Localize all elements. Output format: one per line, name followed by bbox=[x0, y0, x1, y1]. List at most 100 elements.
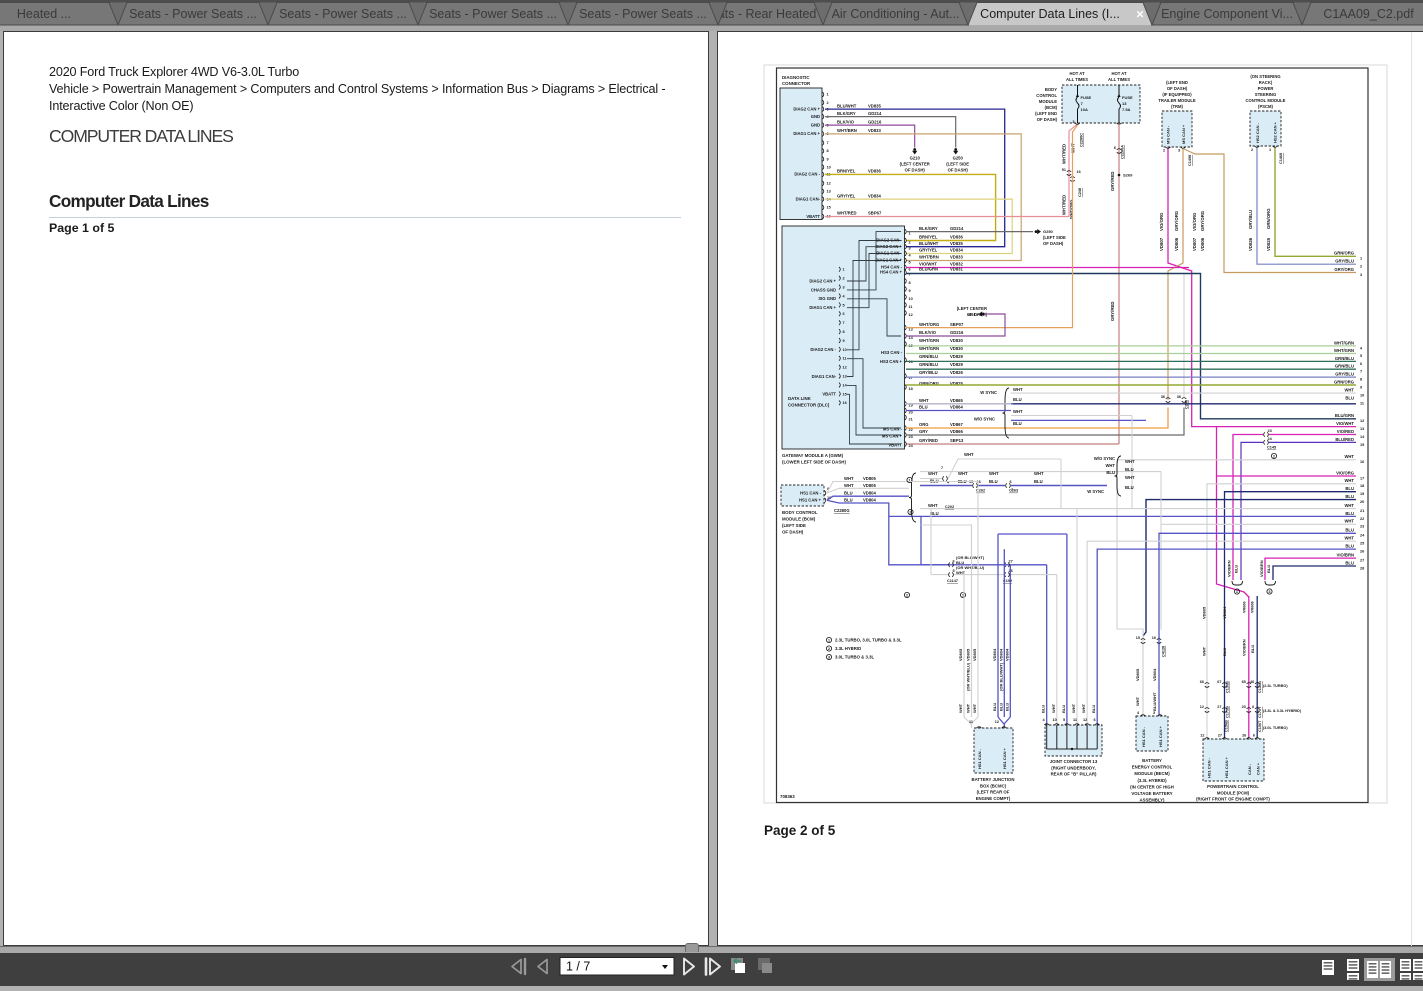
svg-text:67: 67 bbox=[1217, 680, 1221, 684]
svg-text:15: 15 bbox=[827, 206, 831, 210]
svg-text:51: 51 bbox=[1062, 168, 1066, 172]
svg-text:66: 66 bbox=[1200, 680, 1204, 684]
svg-text:VD805: VD805 bbox=[972, 648, 977, 661]
svg-text:BLU: BLU bbox=[1041, 705, 1046, 713]
svg-text:GRY/YEL: GRY/YEL bbox=[837, 193, 856, 198]
svg-text:VD804: VD804 bbox=[863, 490, 876, 495]
svg-text:6: 6 bbox=[1252, 705, 1254, 709]
svg-text:15: 15 bbox=[843, 392, 847, 396]
svg-text:708363: 708363 bbox=[780, 794, 795, 799]
svg-text:2: 2 bbox=[827, 101, 829, 105]
svg-text:GD216: GD216 bbox=[950, 330, 964, 335]
svg-text:CONTROL MODULE: CONTROL MODULE bbox=[1246, 98, 1286, 103]
svg-text:SIG GND: SIG GND bbox=[818, 296, 836, 301]
svg-text:WHT: WHT bbox=[844, 483, 854, 488]
svg-text:DIAGNOSTIC: DIAGNOSTIC bbox=[782, 75, 810, 80]
svg-text:C145: C145 bbox=[1267, 446, 1276, 450]
svg-text:ASSEMBLY): ASSEMBLY) bbox=[1140, 798, 1165, 803]
svg-text:(LEFT END: (LEFT END bbox=[1035, 111, 1057, 116]
svg-text:POWERTRAIN CONTROL: POWERTRAIN CONTROL bbox=[1207, 784, 1259, 789]
svg-text:3.3L HYBRID: 3.3L HYBRID bbox=[835, 646, 861, 651]
svg-text:6: 6 bbox=[1253, 734, 1255, 738]
svg-text:C1468: C1468 bbox=[1279, 153, 1283, 164]
svg-text:10: 10 bbox=[1360, 394, 1364, 398]
svg-text:VD804: VD804 bbox=[863, 498, 876, 503]
svg-text:(OR WHT/BLU): (OR WHT/BLU) bbox=[966, 662, 971, 691]
svg-text:14: 14 bbox=[1360, 435, 1365, 439]
svg-text:BLU/GRN: BLU/GRN bbox=[919, 267, 938, 272]
svg-text:W SYNC: W SYNC bbox=[980, 390, 997, 395]
svg-text:HS3 CAN -: HS3 CAN - bbox=[881, 350, 903, 355]
svg-text:BLU: BLU bbox=[844, 498, 853, 503]
svg-text:C2280G: C2280G bbox=[834, 508, 850, 513]
svg-text:OF DASH): OF DASH) bbox=[1037, 117, 1058, 122]
svg-text:7: 7 bbox=[827, 141, 829, 145]
svg-text:GD214: GD214 bbox=[950, 226, 964, 231]
svg-text:BODY: BODY bbox=[1045, 87, 1057, 92]
svg-text:HS2 CAN +: HS2 CAN + bbox=[1273, 121, 1278, 143]
svg-text:MS CAN +: MS CAN + bbox=[882, 434, 903, 439]
svg-text:5: 5 bbox=[843, 303, 845, 307]
svg-text:13: 13 bbox=[1360, 427, 1364, 431]
svg-text:6: 6 bbox=[1094, 718, 1096, 722]
svg-text:16: 16 bbox=[1077, 170, 1081, 174]
svg-text:HOT AT: HOT AT bbox=[1111, 71, 1127, 76]
svg-text:36: 36 bbox=[1161, 395, 1165, 399]
svg-text:STEERING: STEERING bbox=[1255, 92, 1276, 97]
svg-text:(BCM): (BCM) bbox=[1045, 105, 1058, 110]
svg-text:13: 13 bbox=[1122, 101, 1127, 106]
svg-text:VD826: VD826 bbox=[950, 370, 963, 375]
svg-text:4: 4 bbox=[1137, 711, 1140, 715]
svg-text:BLU: BLU bbox=[1125, 485, 1134, 490]
svg-text:BLU: BLU bbox=[1345, 560, 1354, 565]
svg-text:DIAG1 CAN-: DIAG1 CAN- bbox=[796, 196, 821, 201]
svg-text:VD807: VD807 bbox=[1159, 237, 1164, 251]
svg-text:GRY/RED: GRY/RED bbox=[1110, 302, 1115, 321]
svg-text:WHT: WHT bbox=[1344, 519, 1354, 524]
svg-text:BLU: BLU bbox=[998, 703, 1003, 711]
svg-text:(LEFT SIDE: (LEFT SIDE bbox=[782, 523, 806, 528]
svg-text:VR606: VR606 bbox=[1243, 601, 1247, 613]
svg-text:ENERGY CONTROL: ENERGY CONTROL bbox=[1132, 765, 1173, 770]
svg-text:VIO/BRN: VIO/BRN bbox=[1242, 639, 1247, 656]
svg-text:DIAG1 CAN-: DIAG1 CAN- bbox=[812, 374, 837, 379]
svg-text:VD825: VD825 bbox=[1266, 237, 1271, 251]
svg-text:13: 13 bbox=[827, 190, 831, 194]
svg-text:REAR OF "B" PILLAR): REAR OF "B" PILLAR) bbox=[1051, 772, 1097, 777]
svg-text:WHT: WHT bbox=[1013, 409, 1023, 414]
svg-text:BLU: BLU bbox=[1061, 705, 1066, 713]
svg-text:25: 25 bbox=[1360, 542, 1364, 546]
svg-text:BLU: BLU bbox=[1345, 544, 1354, 549]
svg-text:HS2 CAN -: HS2 CAN - bbox=[1255, 122, 1260, 143]
svg-text:FUSE: FUSE bbox=[1122, 95, 1133, 100]
svg-text:8: 8 bbox=[827, 149, 829, 153]
svg-text:16: 16 bbox=[843, 401, 847, 405]
svg-text:C156B: C156B bbox=[1225, 720, 1229, 732]
svg-text:26: 26 bbox=[1360, 550, 1364, 554]
svg-text:12: 12 bbox=[1360, 419, 1364, 423]
svg-text:DIAG2 CAN -: DIAG2 CAN - bbox=[794, 172, 820, 177]
svg-text:27: 27 bbox=[1217, 705, 1221, 709]
svg-text:GRN/ORG: GRN/ORG bbox=[1334, 379, 1354, 384]
svg-text:WHT: WHT bbox=[844, 476, 854, 481]
svg-text:10: 10 bbox=[827, 165, 831, 169]
svg-text:MS CAN +: MS CAN + bbox=[1181, 124, 1186, 144]
svg-text:9: 9 bbox=[827, 157, 829, 161]
svg-text:VBATT: VBATT bbox=[888, 443, 902, 448]
svg-text:2: 2 bbox=[909, 240, 911, 244]
svg-text:BLU/GRN: BLU/GRN bbox=[1335, 413, 1354, 418]
svg-text:(2.3L TURBO): (2.3L TURBO) bbox=[1263, 684, 1288, 688]
svg-text:G210: G210 bbox=[968, 312, 979, 317]
svg-text:BLU/WHT: BLU/WHT bbox=[1152, 692, 1157, 711]
svg-text:7: 7 bbox=[1360, 370, 1362, 374]
svg-text:HS1 CAN -: HS1 CAN - bbox=[1141, 726, 1146, 747]
svg-text:DIAG1 CAN +: DIAG1 CAN + bbox=[809, 305, 836, 310]
svg-text:1 / 7: 1 / 7 bbox=[566, 960, 590, 974]
svg-text:2: 2 bbox=[1251, 148, 1253, 152]
svg-text:HS1 CAN -: HS1 CAN - bbox=[800, 491, 822, 496]
svg-text:11: 11 bbox=[843, 357, 847, 361]
svg-text:12: 12 bbox=[1083, 718, 1087, 722]
svg-text:POWER: POWER bbox=[1258, 86, 1274, 91]
svg-text:DATA LINK: DATA LINK bbox=[788, 396, 812, 401]
svg-text:MODULE (PCM): MODULE (PCM) bbox=[1217, 790, 1250, 795]
